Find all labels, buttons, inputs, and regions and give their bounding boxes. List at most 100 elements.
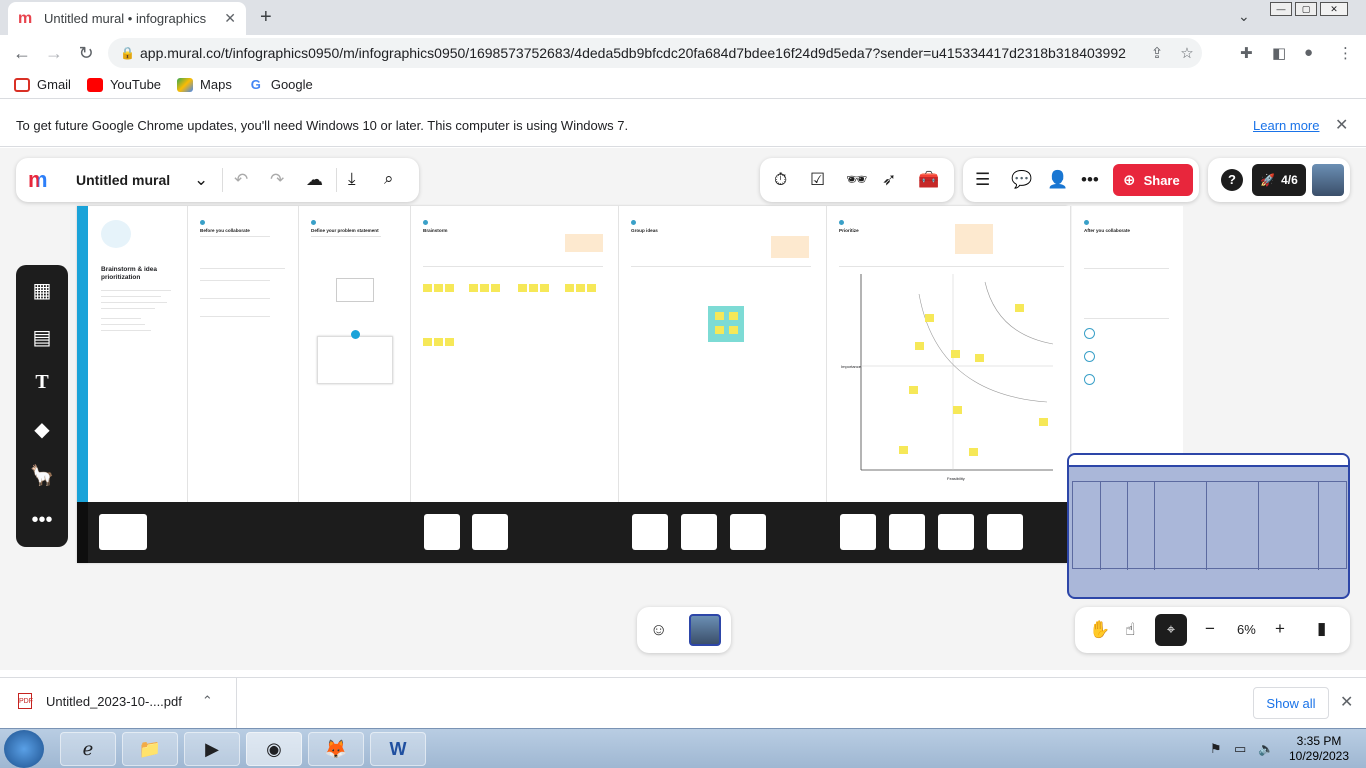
close-window-button[interactable]: ✕ <box>1320 2 1348 16</box>
zoom-out-icon[interactable]: − <box>1205 619 1215 639</box>
display-icon[interactable]: ▭ <box>1234 741 1246 757</box>
thumbnail[interactable] <box>632 514 668 550</box>
timer-icon[interactable]: ⏱ <box>774 170 787 190</box>
more-icon[interactable]: ••• <box>1081 170 1099 190</box>
llama-icon[interactable]: 🦙 <box>16 463 68 488</box>
templates-icon[interactable]: ▦ <box>16 278 68 303</box>
media-player-icon[interactable]: ▶ <box>184 732 240 766</box>
profile-icon[interactable]: ● <box>1304 44 1313 61</box>
private-mode-icon[interactable]: 🕶 <box>846 170 868 190</box>
help-icon[interactable]: ? <box>1221 169 1243 191</box>
forward-icon[interactable]: → <box>44 43 64 64</box>
bookmark-maps[interactable]: Maps <box>177 77 232 92</box>
close-download-bar-icon[interactable]: ✕ <box>1340 692 1353 712</box>
word-icon[interactable]: W <box>370 732 426 766</box>
voting-icon[interactable]: ☑ <box>810 170 825 190</box>
zoom-level[interactable]: 6% <box>1237 622 1256 637</box>
menu-icon[interactable]: ⋮ <box>1338 44 1353 62</box>
download-item[interactable]: PDF Untitled_2023-10-....pdf ⌃ <box>18 693 213 709</box>
share-button[interactable]: ⊕ Share <box>1113 164 1193 196</box>
mural-board[interactable]: Brainstorm & idea prioritization Before … <box>77 206 1071 563</box>
intro-panel[interactable]: Brainstorm & idea prioritization <box>77 206 188 502</box>
select-icon[interactable]: ☝ <box>1125 620 1135 640</box>
ie-icon[interactable]: ℯ <box>60 732 116 766</box>
bookmark-star-icon[interactable]: ☆ <box>1172 44 1202 62</box>
outline-icon[interactable]: ☰ <box>975 170 990 190</box>
chevron-down-icon[interactable]: ⌄ <box>1238 8 1250 25</box>
bookmark-google[interactable]: G Google <box>248 77 313 92</box>
start-button[interactable] <box>4 730 44 768</box>
firefox-icon[interactable]: 🦊 <box>308 732 364 766</box>
members-icon[interactable]: 👤 <box>1047 170 1068 190</box>
show-all-button[interactable]: Show all <box>1253 687 1329 719</box>
maximize-button[interactable]: ▢ <box>1295 2 1317 16</box>
thumbnail[interactable] <box>889 514 925 550</box>
minimize-button[interactable]: — <box>1270 2 1292 16</box>
back-icon[interactable]: ← <box>12 43 32 64</box>
zoom-in-icon[interactable]: + <box>1275 619 1285 639</box>
bookmark-label: Gmail <box>37 77 71 92</box>
summon-icon[interactable]: ➶ <box>882 170 896 190</box>
panel-before-collaborate[interactable]: Before you collaborate <box>188 206 299 502</box>
chevron-down-icon[interactable]: ⌄ <box>194 170 208 190</box>
undo-icon[interactable]: ↶ <box>234 170 248 190</box>
lock-icon[interactable]: 🔒 <box>120 46 140 60</box>
system-clock[interactable]: 3:35 PM 10/29/2023 <box>1284 734 1354 764</box>
chevron-up-icon[interactable]: ⌃ <box>202 693 213 709</box>
panel-group-ideas[interactable]: Group ideas <box>619 206 827 502</box>
thumbnail[interactable] <box>472 514 508 550</box>
close-tab-icon[interactable]: ✕ <box>224 10 236 27</box>
hand-pan-icon[interactable]: ✋ <box>1089 620 1110 640</box>
close-infobar-icon[interactable]: ✕ <box>1335 115 1348 135</box>
url-text[interactable]: app.mural.co/t/infographics0950/m/infogr… <box>140 45 1142 61</box>
mural-canvas[interactable]: Brainstorm & idea prioritization Before … <box>0 148 1366 670</box>
text-icon[interactable]: T <box>16 371 68 394</box>
chrome-icon[interactable]: ◉ <box>246 732 302 766</box>
bookmark-gmail[interactable]: Gmail <box>14 77 71 92</box>
thumbnail[interactable] <box>987 514 1023 550</box>
learn-more-link[interactable]: Learn more <box>1253 118 1319 133</box>
thumbnail[interactable] <box>840 514 876 550</box>
minimap[interactable] <box>1067 453 1350 599</box>
rules-card <box>317 336 393 384</box>
thumbnail[interactable] <box>938 514 974 550</box>
toolbox-icon[interactable]: 🧰 <box>918 170 939 190</box>
download-icon[interactable]: ⤓ <box>348 169 356 189</box>
tab-mural[interactable]: m Untitled mural • infographics ✕ <box>8 2 246 35</box>
thumbnail[interactable] <box>99 514 147 550</box>
network-icon[interactable]: ⚑ <box>1210 741 1222 757</box>
explorer-icon[interactable]: 📁 <box>122 732 178 766</box>
comments-icon[interactable]: 💬 <box>1011 170 1032 190</box>
thumbnail[interactable] <box>424 514 460 550</box>
map-icon[interactable]: ⌖ <box>1155 614 1187 646</box>
bookmark-youtube[interactable]: YouTube <box>86 77 161 92</box>
avatar[interactable] <box>689 614 721 646</box>
volume-icon[interactable]: 🔈 <box>1258 741 1274 757</box>
panel-brainstorm[interactable]: Brainstorm <box>411 206 619 502</box>
sticky-note <box>529 284 538 292</box>
sticky-note-icon[interactable]: ▤ <box>16 325 68 350</box>
search-icon[interactable]: ⌕ <box>384 169 394 189</box>
more-tools-icon[interactable]: ••• <box>16 509 68 532</box>
share-page-icon[interactable]: ⇪ <box>1142 44 1172 62</box>
mural-title[interactable]: Untitled mural <box>76 172 170 188</box>
minimap-viewport[interactable] <box>1072 481 1347 570</box>
panel-problem-statement[interactable]: Define your problem statement <box>299 206 411 502</box>
reload-icon[interactable]: ↻ <box>76 43 96 64</box>
thumbnail[interactable] <box>681 514 717 550</box>
cloud-saved-icon[interactable]: ☁ <box>306 170 323 190</box>
panel-toggle-icon[interactable]: ▮ <box>1317 619 1326 639</box>
emoji-icon[interactable]: ☺ <box>650 620 667 640</box>
panel-prioritize[interactable]: Prioritize Importance Feasibility <box>827 206 1071 502</box>
redo-icon[interactable]: ↷ <box>270 170 284 190</box>
shapes-icon[interactable]: ◆ <box>16 417 68 442</box>
avatar[interactable] <box>1312 164 1344 196</box>
extensions-icon[interactable]: ✚ <box>1240 44 1253 62</box>
mural-logo-icon[interactable]: m <box>28 167 60 193</box>
thumbnail[interactable] <box>730 514 766 550</box>
new-tab-icon[interactable]: + <box>260 6 272 29</box>
address-bar[interactable]: 🔒 app.mural.co/t/infographics0950/m/info… <box>108 38 1202 68</box>
side-panel-icon[interactable]: ◧ <box>1272 44 1286 62</box>
onboarding-progress-button[interactable]: 🚀 4/6 <box>1252 164 1306 196</box>
panel-after-collaborate[interactable]: After you collaborate <box>1072 206 1183 454</box>
